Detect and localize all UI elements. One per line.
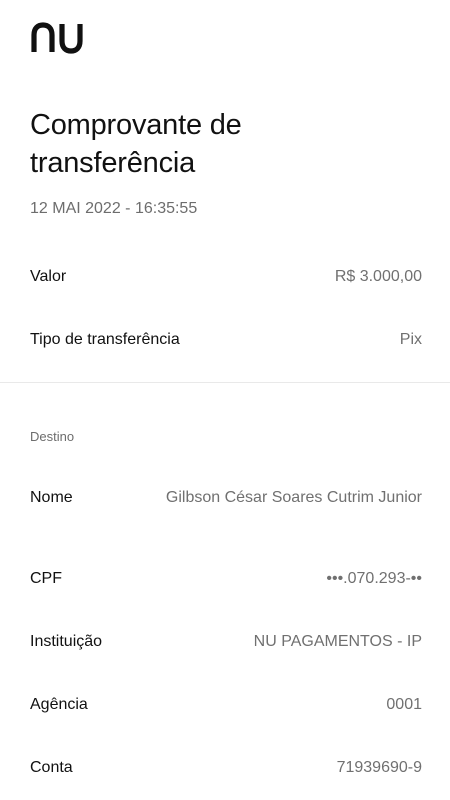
conta-row: Conta 71939690-9 xyxy=(30,759,422,777)
page-title: Comprovante de transferência xyxy=(30,109,242,179)
nome-value: Gilbson César Soares Cutrim Junior xyxy=(165,489,422,506)
nome-label: Nome xyxy=(30,488,73,506)
agencia-row: Agência 0001 xyxy=(30,696,422,714)
section-divider xyxy=(0,382,450,383)
valor-row: Valor R$ 3.000,00 xyxy=(30,268,422,286)
tipo-transferencia-row: Tipo de transferência Pix xyxy=(30,331,422,349)
tipo-transferencia-value: Pix xyxy=(399,331,422,348)
conta-label: Conta xyxy=(30,759,73,776)
instituicao-row: Instituição NU PAGAMENTOS - IP xyxy=(30,633,422,651)
valor-label: Valor xyxy=(30,268,67,285)
instituicao-label: Instituição xyxy=(30,633,103,650)
nome-row: Nome Gilbson César Soares Cutrim Junior xyxy=(30,485,422,510)
tipo-transferencia-label: Tipo de transferência xyxy=(30,331,180,348)
cpf-row: CPF •••.070.293-•• xyxy=(30,570,422,588)
cpf-value: •••.070.293-•• xyxy=(326,570,422,587)
destino-section-label: Destino xyxy=(30,429,75,444)
valor-value: R$ 3.000,00 xyxy=(334,268,422,285)
nubank-logo xyxy=(30,22,88,54)
agencia-label: Agência xyxy=(30,696,88,713)
conta-value: 71939690-9 xyxy=(336,759,422,776)
cpf-label: CPF xyxy=(30,570,62,587)
instituicao-value: NU PAGAMENTOS - IP xyxy=(253,633,422,650)
transfer-timestamp: 12 MAI 2022 - 16:35:55 xyxy=(30,200,198,217)
agencia-value: 0001 xyxy=(386,696,422,713)
